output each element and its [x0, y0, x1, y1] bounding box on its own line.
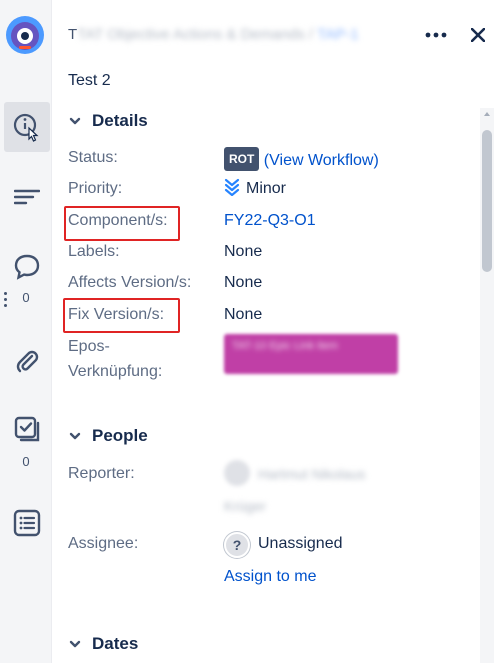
- side-rail: 0 0: [0, 0, 52, 663]
- info-icon: [13, 113, 39, 142]
- assign-to-me-link[interactable]: Assign to me: [224, 566, 316, 588]
- details-info-button[interactable]: [4, 102, 50, 152]
- checklist-button[interactable]: [4, 404, 50, 454]
- people-section-toggle[interactable]: People: [66, 426, 148, 446]
- reporter-label: Reporter:: [68, 465, 135, 482]
- comments-button[interactable]: [4, 242, 50, 292]
- affects-version-value[interactable]: None: [224, 272, 262, 294]
- app-logo-icon[interactable]: [6, 16, 44, 54]
- more-icon: [425, 32, 447, 38]
- epos-link-value[interactable]: TAT-10 Epic Link item: [224, 334, 398, 374]
- unassigned-avatar-icon: ?: [224, 532, 250, 558]
- dates-section-toggle[interactable]: Dates: [66, 634, 138, 654]
- component-highlight-box: [64, 206, 180, 241]
- status-label: Status:: [68, 149, 118, 166]
- people-section-title: People: [92, 426, 148, 445]
- assignee-label: Assignee:: [68, 535, 139, 552]
- epos-label-line2: Verknüpfung:: [68, 363, 163, 380]
- priority-label: Priority:: [68, 180, 123, 197]
- dates-section-title: Dates: [92, 634, 139, 653]
- component-value-link[interactable]: FY22-Q3-O1: [224, 210, 316, 232]
- scroll-up-arrow-icon[interactable]: [483, 110, 491, 118]
- labels-label: Labels:: [68, 243, 120, 260]
- fix-version-highlight-box: [63, 298, 180, 333]
- chevron-down-icon: [66, 112, 84, 130]
- chevron-down-icon: [66, 635, 84, 653]
- more-actions-button[interactable]: [422, 22, 450, 48]
- paperclip-icon: [16, 350, 39, 373]
- details-section-title: Details: [92, 111, 148, 130]
- close-icon: [471, 28, 485, 42]
- assignee-value[interactable]: Unassigned: [258, 533, 343, 555]
- drag-handle[interactable]: [4, 292, 8, 310]
- list-button[interactable]: [4, 498, 50, 548]
- details-section-toggle[interactable]: Details: [66, 111, 148, 131]
- labels-value[interactable]: None: [224, 241, 262, 263]
- reporter-avatar[interactable]: [224, 460, 250, 486]
- lines-icon: [14, 189, 40, 205]
- epos-label-line1: Epos-: [68, 338, 110, 355]
- view-workflow-link[interactable]: View Workflow: [269, 152, 373, 169]
- status-badge[interactable]: ROT: [224, 147, 260, 171]
- attachments-button[interactable]: [4, 336, 50, 386]
- scrollbar-thumb[interactable]: [482, 130, 492, 272]
- reporter-name-line2[interactable]: Krüger: [224, 498, 266, 514]
- fix-version-value[interactable]: None: [224, 304, 262, 326]
- status-value: ROT (View Workflow): [224, 147, 379, 172]
- reporter-name-line1[interactable]: Hartmut Nikolaus: [258, 466, 365, 482]
- comment-icon: [14, 254, 40, 280]
- checklist-count: 0: [22, 454, 30, 469]
- close-button[interactable]: [464, 22, 492, 48]
- checklist-icon: [14, 416, 40, 442]
- affects-version-label: Affects Version/s:: [68, 274, 192, 291]
- panel-header: TTAT Objective Actions & Demands / TAP-1: [52, 0, 494, 70]
- priority-minor-icon: [224, 178, 240, 197]
- issue-title[interactable]: Test 2: [68, 72, 111, 90]
- list-icon: [13, 509, 41, 537]
- summary-button[interactable]: [4, 172, 50, 222]
- breadcrumb[interactable]: TTAT Objective Actions & Demands / TAP-1: [68, 26, 359, 43]
- priority-value[interactable]: Minor: [224, 178, 286, 200]
- chevron-down-icon: [66, 427, 84, 445]
